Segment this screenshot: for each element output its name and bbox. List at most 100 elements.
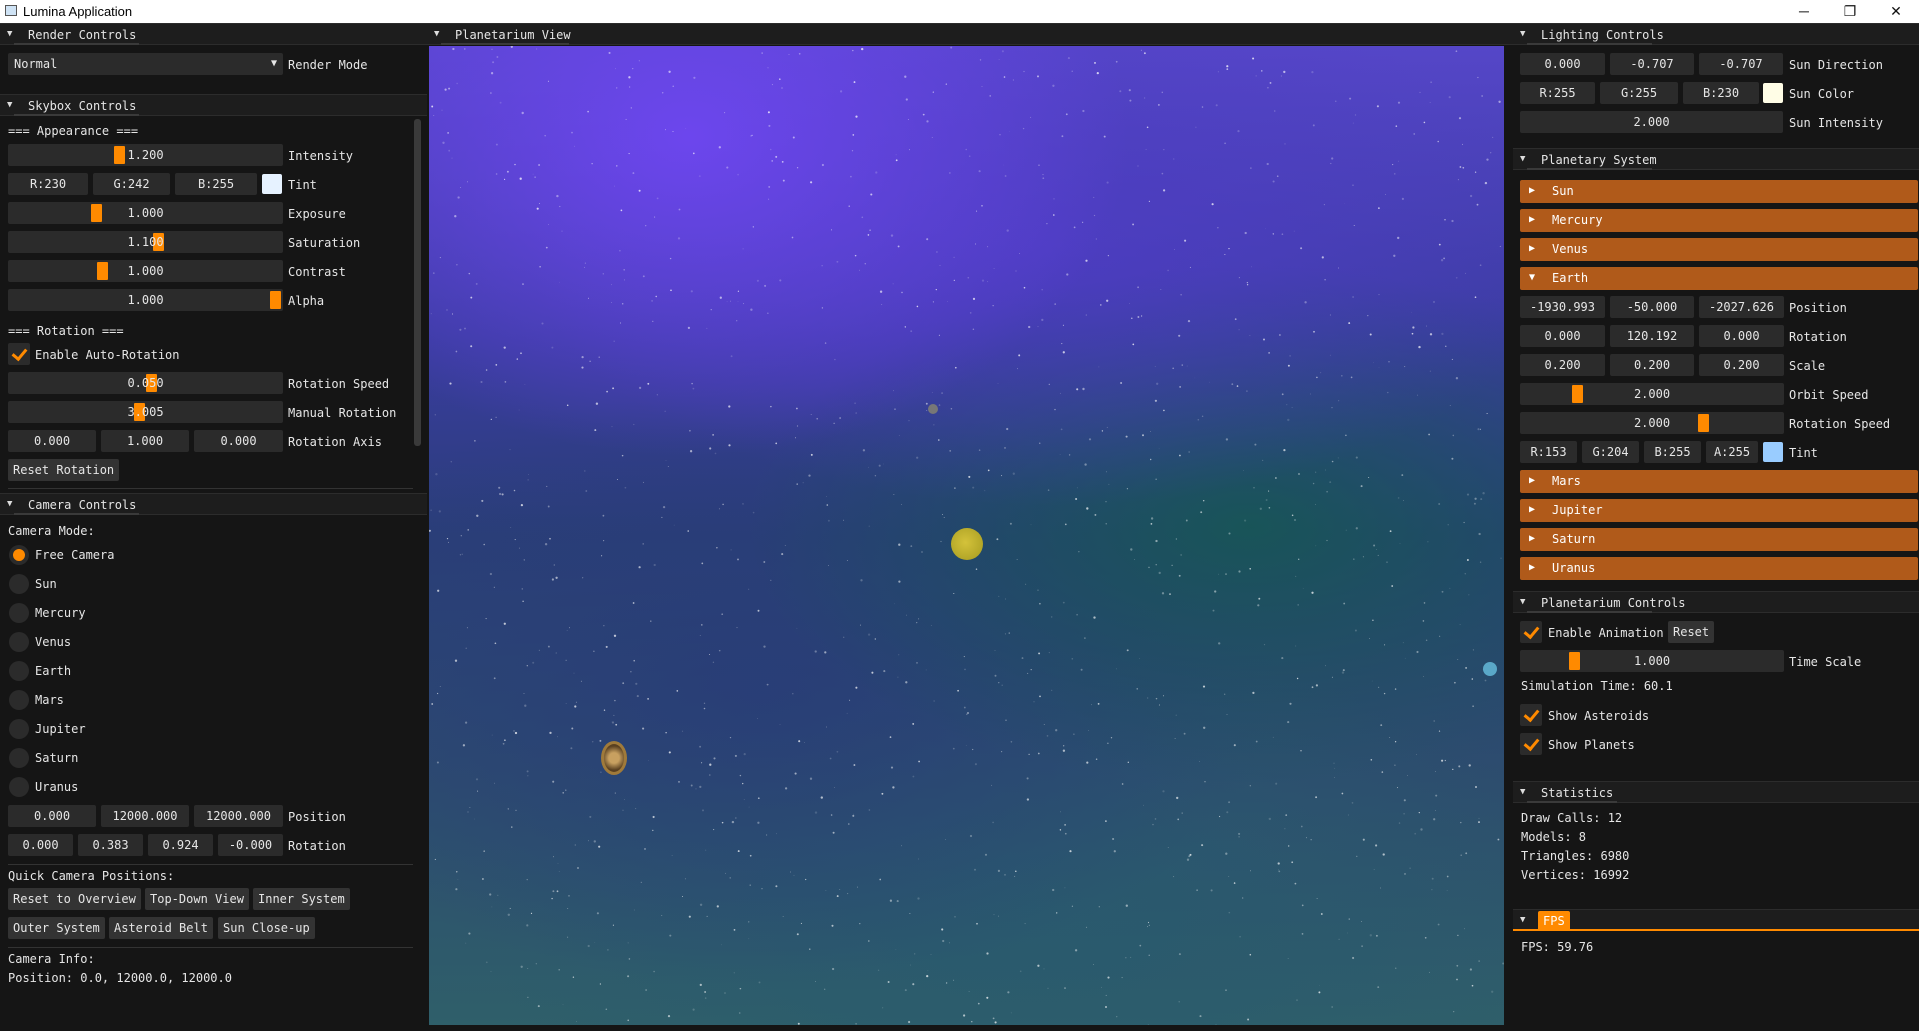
earth-rotation-z-field[interactable]: 0.000 [1699,325,1784,347]
camera-mode-radio-earth[interactable] [9,661,29,681]
camera-rotation-x-field[interactable]: 0.000 [8,834,73,856]
skybox-tint-g-field[interactable]: G:242 [93,173,170,195]
sun-color-g-field[interactable]: G:255 [1600,82,1678,104]
star [489,893,492,896]
rotation-axis-z-field[interactable]: 0.000 [194,430,283,452]
camera-mode-radio-free[interactable] [9,545,29,565]
earth-rotation-y-field[interactable]: 120.192 [1610,325,1694,347]
render-controls-header[interactable]: ▼ Render Controls [0,23,427,45]
tree-node-earth[interactable]: ▼ Earth [1520,267,1918,290]
lighting-controls-header[interactable]: ▼ Lighting Controls [1513,23,1919,45]
skybox-tint-r-field[interactable]: R:230 [8,173,88,195]
tree-node-uranus[interactable]: ▶ Uranus [1520,557,1918,580]
sun-color-b-field[interactable]: B:230 [1683,82,1759,104]
camera-rotation-w-field[interactable]: -0.000 [218,834,283,856]
camera-mode-radio-sun[interactable] [9,574,29,594]
reset-rotation-button[interactable]: Reset Rotation [8,459,120,481]
reset-overview-button[interactable]: Reset to Overview [8,888,141,910]
rotation-axis-x-field[interactable]: 0.000 [8,430,96,452]
sun-closeup-button[interactable]: Sun Close-up [218,917,315,939]
planetarium-view-header[interactable]: ▼ Planetarium View [427,23,1513,45]
earth-orbit-speed-slider[interactable]: 2.000 [1520,383,1784,405]
intensity-slider[interactable]: 1.200 [8,144,283,166]
saturation-slider[interactable]: 1.100 [8,231,283,253]
outer-system-button[interactable]: Outer System [8,917,105,939]
tree-node-saturn[interactable]: ▶ Saturn [1520,528,1918,551]
earth-tint-r-field[interactable]: R:153 [1520,441,1577,463]
sun-direction-z-field[interactable]: -0.707 [1699,53,1783,75]
tree-node-sun[interactable]: ▶ Sun [1520,180,1918,203]
earth-scale-y-field[interactable]: 0.200 [1610,354,1694,376]
skybox-controls-header[interactable]: ▼ Skybox Controls [0,94,427,116]
camera-mode-radio-saturn[interactable] [9,748,29,768]
camera-rotation-z-field[interactable]: 0.924 [148,834,213,856]
star [490,72,494,75]
auto-rotation-checkbox[interactable] [8,343,30,365]
planetary-system-header[interactable]: ▼ Planetary System [1513,148,1919,170]
camera-position-z-field[interactable]: 12000.000 [194,805,283,827]
sun-direction-x-field[interactable]: 0.000 [1520,53,1605,75]
star [1413,133,1415,135]
saturn-planet[interactable] [601,741,627,775]
sun-planet[interactable] [951,528,983,560]
tree-node-mercury[interactable]: ▶ Mercury [1520,209,1918,232]
rotation-speed-slider[interactable]: 0.050 [8,372,283,394]
close-button[interactable]: ✕ [1873,0,1919,23]
sun-intensity-field[interactable]: 2.000 [1520,111,1783,133]
mercury-planet[interactable] [928,404,938,414]
camera-mode-radio-mars[interactable] [9,690,29,710]
time-scale-slider[interactable]: 1.000 [1520,650,1784,672]
show-planets-checkbox[interactable] [1520,733,1542,755]
earth-rotation-speed-slider[interactable]: 2.000 [1520,412,1784,434]
exposure-slider[interactable]: 1.000 [8,202,283,224]
fps-header[interactable]: ▼ FPS [1513,909,1919,931]
statistics-header[interactable]: ▼ Statistics [1513,781,1919,803]
earth-position-y-field[interactable]: -50.000 [1610,296,1694,318]
camera-mode-radio-uranus[interactable] [9,777,29,797]
fps-tab[interactable]: FPS [1538,911,1570,931]
top-down-view-button[interactable]: Top-Down View [145,888,249,910]
asteroid-belt-button[interactable]: Asteroid Belt [109,917,213,939]
tree-node-jupiter[interactable]: ▶ Jupiter [1520,499,1918,522]
sun-color-r-field[interactable]: R:255 [1520,82,1595,104]
maximize-button[interactable]: ❐ [1827,0,1873,23]
earth-tint-g-field[interactable]: G:204 [1582,441,1639,463]
uranus-planet[interactable] [1483,662,1497,676]
tree-node-mars[interactable]: ▶ Mars [1520,470,1918,493]
earth-tint-swatch[interactable] [1763,442,1783,462]
inner-system-button[interactable]: Inner System [253,888,350,910]
earth-rotation-x-field[interactable]: 0.000 [1520,325,1605,347]
camera-rotation-y-field[interactable]: 0.383 [78,834,143,856]
enable-animation-checkbox[interactable] [1520,621,1542,643]
contrast-slider[interactable]: 1.000 [8,260,283,282]
planetarium-controls-header[interactable]: ▼ Planetarium Controls [1513,591,1919,613]
tree-node-venus[interactable]: ▶ Venus [1520,238,1918,261]
skybox-scrollbar[interactable] [414,119,421,446]
earth-scale-x-field[interactable]: 0.200 [1520,354,1605,376]
star [953,592,955,595]
earth-tint-a-field[interactable]: A:255 [1706,441,1758,463]
camera-position-y-field[interactable]: 12000.000 [101,805,189,827]
star [1106,426,1108,428]
planetarium-viewport[interactable] [429,46,1504,1025]
alpha-slider[interactable]: 1.000 [8,289,283,311]
animation-reset-button[interactable]: Reset [1668,621,1715,643]
camera-mode-radio-jupiter[interactable] [9,719,29,739]
sun-direction-y-field[interactable]: -0.707 [1610,53,1694,75]
earth-position-z-field[interactable]: -2027.626 [1699,296,1784,318]
earth-tint-b-field[interactable]: B:255 [1644,441,1701,463]
minimize-button[interactable]: ─ [1781,0,1827,23]
rotation-axis-y-field[interactable]: 1.000 [101,430,189,452]
camera-mode-radio-venus[interactable] [9,632,29,652]
skybox-tint-swatch[interactable] [262,174,282,194]
camera-position-x-field[interactable]: 0.000 [8,805,96,827]
camera-controls-header[interactable]: ▼ Camera Controls [0,493,427,515]
camera-mode-radio-mercury[interactable] [9,603,29,623]
manual-rotation-slider[interactable]: 3.005 [8,401,283,423]
skybox-tint-b-field[interactable]: B:255 [175,173,257,195]
earth-position-x-field[interactable]: -1930.993 [1520,296,1605,318]
earth-scale-z-field[interactable]: 0.200 [1699,354,1784,376]
show-asteroids-checkbox[interactable] [1520,704,1542,726]
sun-color-swatch[interactable] [1763,83,1783,103]
render-mode-select[interactable]: Normal ▼ [8,53,283,75]
